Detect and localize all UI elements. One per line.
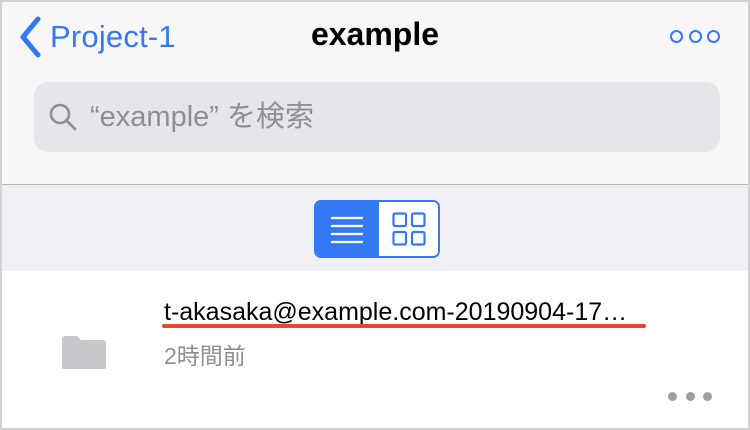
files-app-window: Project-1 example “example” を検索 t-akasak… [0, 0, 750, 430]
page-title: example [310, 16, 440, 52]
navigation-header: Project-1 example [2, 2, 748, 184]
more-options-button[interactable] [670, 24, 720, 48]
annotation-underline [162, 324, 646, 328]
file-modified-time: 2時間前 [164, 343, 246, 369]
file-name: t-akasaka@example.com-20190904-17… [164, 298, 628, 326]
file-list: t-akasaka@example.com-20190904-17… 2時間前 [2, 271, 748, 428]
more-circles-icon [707, 29, 720, 43]
view-mode-toggle [314, 200, 440, 258]
search-input[interactable] [90, 100, 690, 134]
search-icon [49, 103, 77, 131]
view-toolbar [2, 185, 748, 271]
list-icon [330, 216, 363, 244]
folder-icon [62, 336, 106, 369]
ellipsis-icon [668, 391, 677, 401]
ellipsis-icon [685, 391, 695, 401]
more-circles-icon [670, 29, 683, 43]
ellipsis-icon [703, 391, 712, 401]
list-view-button[interactable] [316, 202, 377, 256]
search-bar[interactable] [34, 82, 720, 152]
more-circles-icon [688, 29, 702, 43]
grid-icon [391, 212, 426, 246]
item-more-button[interactable] [668, 389, 712, 403]
list-item[interactable]: t-akasaka@example.com-20190904-17… 2時間前 [2, 271, 748, 428]
grid-view-button[interactable] [377, 202, 438, 256]
